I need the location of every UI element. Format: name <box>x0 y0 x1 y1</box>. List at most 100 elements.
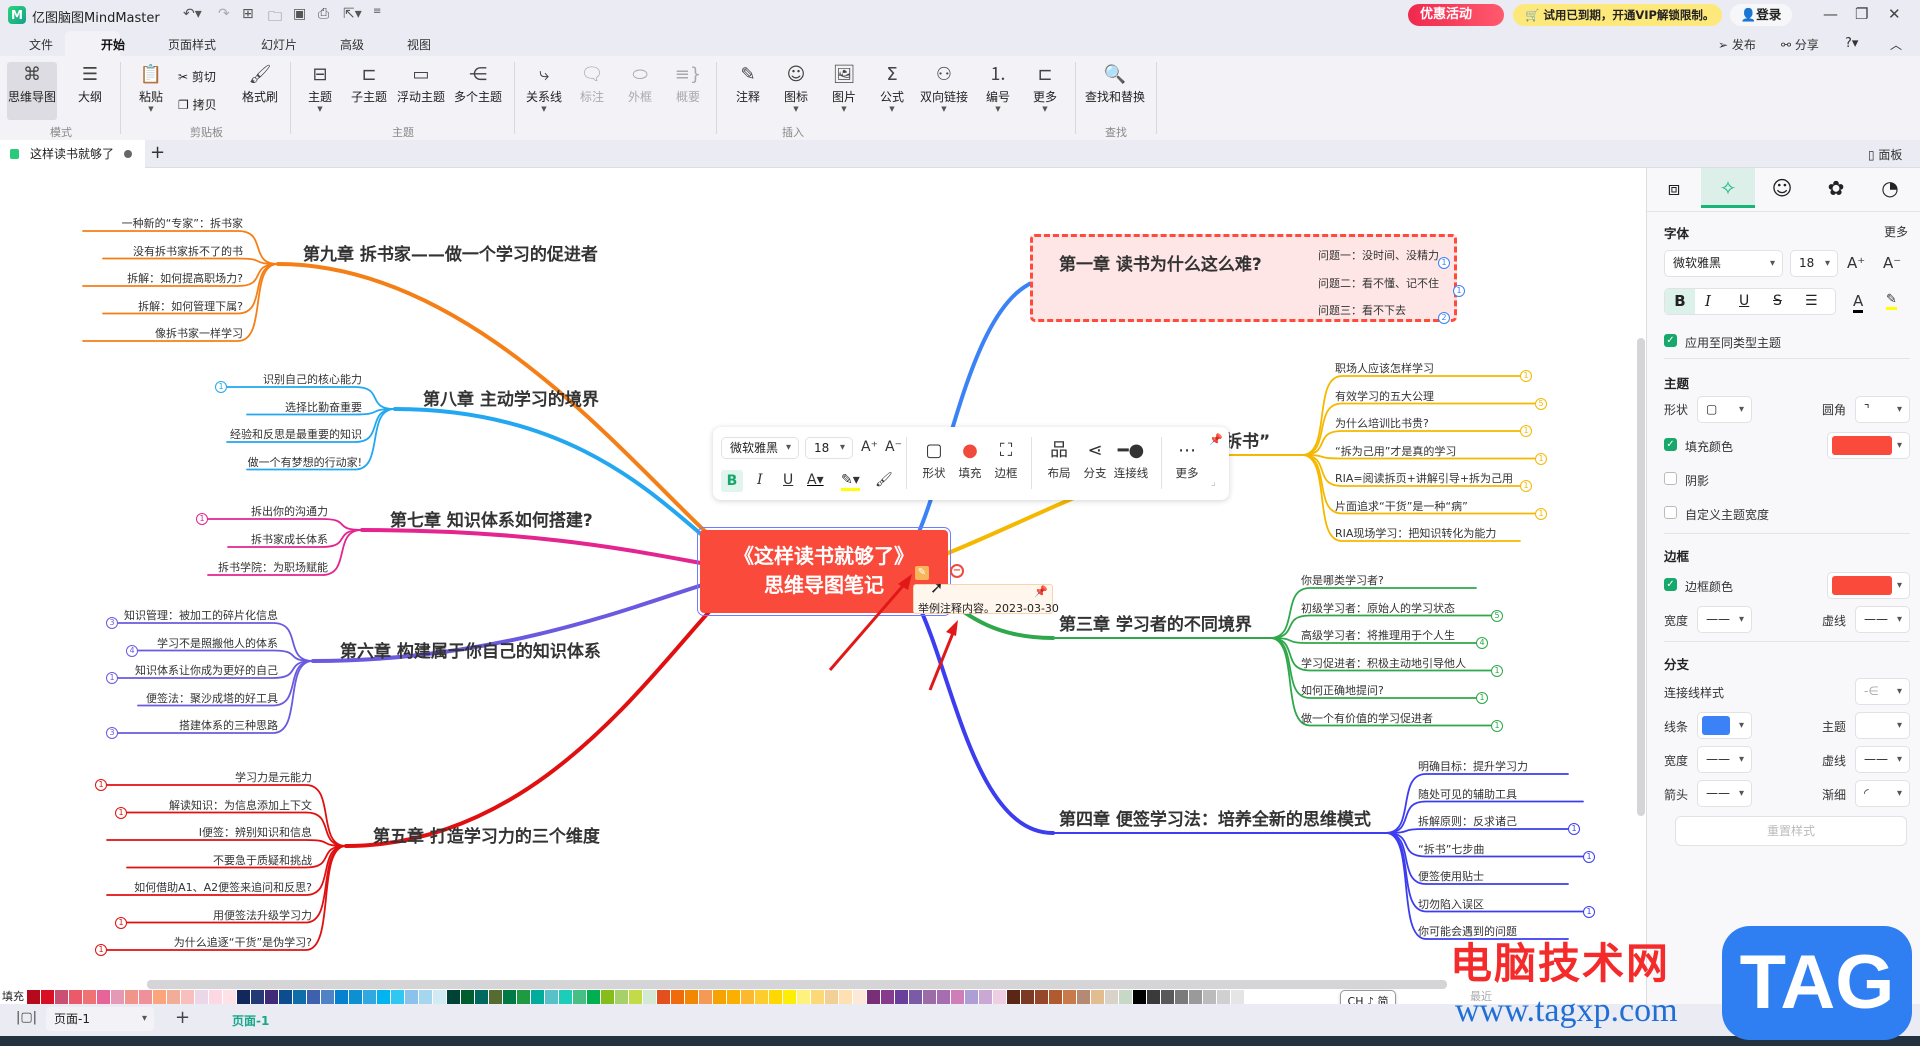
add-tab-icon[interactable]: + <box>150 142 165 163</box>
palette-swatch[interactable] <box>825 990 838 1004</box>
subtopic[interactable]: 问题三：看不下去 <box>1318 302 1406 318</box>
subtopic[interactable]: “拆为己用”才是真的学习 <box>1335 443 1456 459</box>
shape-tool[interactable]: ▢ 形状 <box>914 437 954 481</box>
add-page-icon[interactable]: + <box>175 1007 190 1028</box>
palette-swatch[interactable] <box>419 990 432 1004</box>
chapter-topic[interactable]: 第四章 便签学习法：培养全新的思维模式 <box>1059 805 1371 830</box>
count-badge[interactable]: 1 <box>1535 507 1547 520</box>
palette-swatch[interactable] <box>685 990 698 1004</box>
formula-button[interactable]: Σ 公式 ▼ <box>874 62 910 113</box>
document-tab[interactable]: 这样读书就够了 <box>0 140 145 168</box>
chapter-topic[interactable]: 第三章 学习者的不同境界 <box>1059 610 1252 635</box>
chapter-topic[interactable]: 第五章 打造学习力的三个维度 <box>373 822 600 847</box>
subtopic[interactable]: 像拆书家一样学习 <box>155 325 243 341</box>
subtopic[interactable]: 片面追求“干货”是一种“病” <box>1335 498 1468 514</box>
mindmap-canvas[interactable]: 第九章 拆书家——做一个学习的促进者 一种新的“专家”：拆书家 没有拆书家拆不了的书… <box>0 168 1646 978</box>
subtopic[interactable]: 学习促进者：积极主动地引导他人 <box>1301 655 1466 671</box>
branch-dash-select[interactable]: —— ▾ <box>1855 746 1910 773</box>
panel-tab-history[interactable]: ◔ <box>1863 168 1917 208</box>
subtopic[interactable]: 切勿陷入误区 <box>1418 896 1484 912</box>
subtopic[interactable]: 用便签法升级学习力 <box>213 907 312 923</box>
save-icon[interactable]: ▣ <box>293 6 306 22</box>
topic-button[interactable]: ⊟ 主题 ▼ <box>305 62 335 113</box>
panel-font-select[interactable]: 微软雅黑 ▾ <box>1664 250 1783 277</box>
palette-swatch[interactable] <box>83 990 96 1004</box>
palette-swatch[interactable] <box>1091 990 1104 1004</box>
subtopic[interactable]: 选择比勤奋重要 <box>285 399 362 415</box>
palette-swatch[interactable] <box>475 990 488 1004</box>
subtopic[interactable]: 拆出你的沟通力 <box>251 503 328 519</box>
count-badge[interactable]: 1 <box>1568 823 1580 835</box>
palette-swatch[interactable] <box>1203 990 1216 1004</box>
subtopic[interactable]: “拆书”七步曲 <box>1418 841 1484 857</box>
line-color-select[interactable]: ▾ <box>1697 712 1752 739</box>
login-button[interactable]: 👤登录 <box>1730 4 1792 26</box>
palette-swatch[interactable] <box>349 990 362 1004</box>
palette-swatch[interactable] <box>881 990 894 1004</box>
subtopic[interactable]: I便签：辨别知识和信息 <box>199 824 312 840</box>
close-icon[interactable]: ✕ <box>1888 5 1901 23</box>
menu-home[interactable]: 开始 <box>101 36 125 53</box>
subtopic[interactable]: 拆解原则：反求诸己 <box>1418 813 1517 829</box>
open-folder-icon[interactable]: 🗀 <box>268 6 282 30</box>
panel-toggle-button[interactable]: ▯ 面板 <box>1868 146 1902 163</box>
palette-swatch[interactable] <box>615 990 628 1004</box>
palette-swatch[interactable] <box>1245 990 1258 1004</box>
brush-icon[interactable]: 🖌 <box>875 472 893 488</box>
chapter-topic[interactable]: 第九章 拆书家——做一个学习的促进者 <box>303 240 598 265</box>
palette-swatch[interactable] <box>1077 990 1090 1004</box>
page-tab[interactable]: 页面-1 <box>232 1012 269 1029</box>
panel-tab-format[interactable]: ✧ <box>1701 168 1755 208</box>
chapter-topic[interactable]: 第七章 知识体系如何搭建? <box>390 506 593 531</box>
palette-swatch[interactable] <box>853 990 866 1004</box>
bidirectional-link-button[interactable]: ⚇ 双向链接 ▼ <box>918 62 970 113</box>
custom-width-checkbox[interactable] <box>1664 506 1677 519</box>
palette-swatch[interactable] <box>517 990 530 1004</box>
palette-swatch[interactable] <box>195 990 208 1004</box>
palette-swatch[interactable] <box>489 990 502 1004</box>
branch-tool[interactable]: ⋖ 分支 <box>1075 437 1115 481</box>
palette-swatch[interactable] <box>139 990 152 1004</box>
palette-swatch[interactable] <box>1063 990 1076 1004</box>
palette-swatch[interactable] <box>181 990 194 1004</box>
palette-swatch[interactable] <box>951 990 964 1004</box>
export-icon[interactable]: ⇱▾ <box>343 6 362 22</box>
palette-swatch[interactable] <box>405 990 418 1004</box>
share-button[interactable]: ⚯ 分享 <box>1781 36 1819 53</box>
count-badge[interactable]: 1 <box>1476 692 1488 704</box>
palette-swatch[interactable] <box>1105 990 1118 1004</box>
palette-swatch[interactable] <box>321 990 334 1004</box>
palette-swatch[interactable] <box>1021 990 1034 1004</box>
border-width-select[interactable]: —— ▾ <box>1697 606 1752 633</box>
paste-button[interactable]: 📋 粘贴 ▼ <box>133 62 169 113</box>
palette-swatch[interactable] <box>69 990 82 1004</box>
palette-swatch[interactable] <box>839 990 852 1004</box>
underline-icon[interactable]: U <box>783 472 793 488</box>
palette-swatch[interactable] <box>251 990 264 1004</box>
palette-swatch[interactable] <box>433 990 446 1004</box>
palette-swatch[interactable] <box>587 990 600 1004</box>
customize-icon[interactable]: ≡ <box>373 6 381 17</box>
find-replace-button[interactable]: 🔍 查找和替换 <box>1083 62 1147 105</box>
subtopic[interactable]: 明确目标：提升学习力 <box>1418 758 1528 774</box>
toolbar-font-select[interactable]: 微软雅黑 ▾ <box>721 437 799 459</box>
palette-swatch[interactable] <box>699 990 712 1004</box>
count-badge[interactable]: 1 <box>115 916 127 929</box>
fill-color-select[interactable]: ▾ <box>1827 432 1910 459</box>
font-grow-icon[interactable]: A⁺ <box>1847 254 1865 272</box>
count-badge[interactable]: 1 <box>1583 905 1595 918</box>
palette-swatch[interactable] <box>629 990 642 1004</box>
font-color-icon[interactable]: A <box>1853 292 1864 313</box>
count-badge[interactable]: 1 <box>1520 425 1532 437</box>
page-select[interactable]: 页面-1 ▾ <box>46 1007 154 1031</box>
menu-page-style[interactable]: 页面样式 <box>168 36 216 53</box>
vip-notice-button[interactable]: 🛒 试用已到期，开通VIP解锁限制。 <box>1513 4 1722 26</box>
palette-swatch[interactable] <box>41 990 54 1004</box>
shape-select[interactable]: ▢ ▾ <box>1697 396 1752 423</box>
subtopic[interactable]: 问题二：看不懂、记不住 <box>1318 275 1439 291</box>
subtopic[interactable]: 不要急于质疑和挑战 <box>213 852 312 868</box>
panel-tab-icons[interactable]: ☺ <box>1755 168 1809 208</box>
multiple-topics-button[interactable]: ⋲ 多个主题 <box>453 62 503 105</box>
palette-swatch[interactable] <box>531 990 544 1004</box>
subtopic[interactable]: 经验和反思是最重要的知识 <box>230 426 362 442</box>
